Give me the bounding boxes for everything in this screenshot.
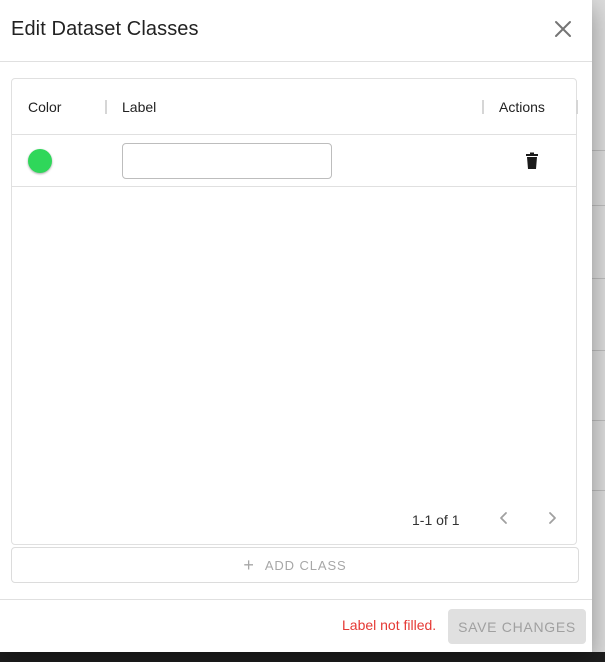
background-divider	[592, 205, 605, 206]
plus-icon: +	[243, 555, 255, 575]
column-header-label[interactable]: Label	[122, 99, 156, 115]
dialog-header: Edit Dataset Classes	[0, 0, 592, 62]
pagination-info: 1-1 of 1	[412, 512, 460, 528]
dialog-footer: Label not filled. SAVE CHANGES	[0, 599, 592, 652]
table-row	[12, 135, 576, 187]
delete-button[interactable]	[521, 150, 543, 172]
column-separator[interactable]	[576, 100, 578, 114]
column-separator[interactable]	[105, 100, 107, 114]
close-icon	[555, 21, 571, 37]
dialog-title: Edit Dataset Classes	[11, 18, 199, 40]
pagination: 1-1 of 1	[12, 502, 576, 534]
background-divider	[592, 420, 605, 421]
previous-page-button[interactable]	[494, 508, 514, 528]
chevron-right-icon	[549, 512, 556, 524]
trash-icon	[526, 152, 538, 169]
edit-classes-dialog: Edit Dataset Classes Color Label Actions	[0, 0, 592, 652]
background-divider	[592, 350, 605, 351]
label-input[interactable]	[122, 143, 332, 179]
background-strip	[0, 652, 605, 662]
column-separator[interactable]	[482, 100, 484, 114]
background-divider	[592, 150, 605, 151]
column-header-color[interactable]: Color	[28, 99, 61, 115]
add-class-button[interactable]: + ADD CLASS	[11, 547, 579, 583]
save-changes-button[interactable]: SAVE CHANGES	[448, 609, 586, 644]
add-class-label: ADD CLASS	[264, 557, 347, 573]
validation-error: Label not filled.	[342, 617, 437, 633]
background-divider	[592, 490, 605, 491]
background-divider	[592, 278, 605, 279]
color-swatch[interactable]	[28, 149, 52, 173]
table-header: Color Label Actions	[12, 79, 578, 135]
classes-table: Color Label Actions 1-1 of 1	[11, 78, 578, 545]
chevron-left-icon	[500, 512, 507, 524]
column-header-actions[interactable]: Actions	[499, 99, 545, 115]
background-page	[592, 0, 605, 652]
next-page-button[interactable]	[542, 508, 562, 528]
close-button[interactable]	[549, 15, 577, 43]
